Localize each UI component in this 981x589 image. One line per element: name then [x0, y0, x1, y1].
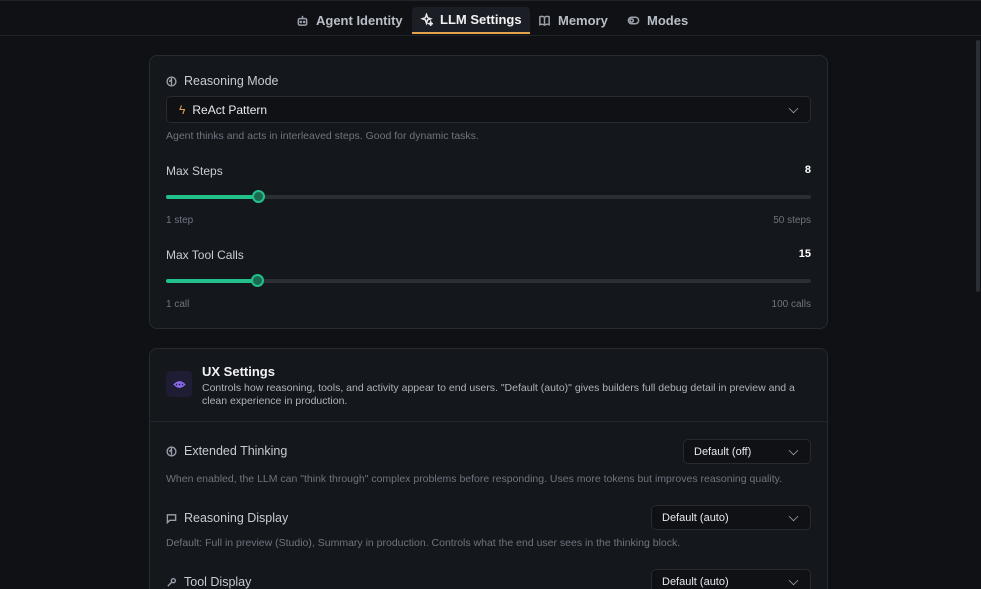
- max-tool-calls-value: 15: [798, 248, 811, 260]
- book-icon: [539, 15, 550, 27]
- scroll-thumb[interactable]: [976, 40, 980, 292]
- reasoning-mode-label: Reasoning Mode: [166, 74, 279, 88]
- tool-display-value: Default (auto): [662, 575, 729, 588]
- sparkles-icon: [420, 13, 433, 26]
- tab-memory[interactable]: Memory: [530, 7, 616, 34]
- tab-llm-settings[interactable]: LLM Settings: [412, 7, 530, 34]
- max-tool-calls-label: Max Tool Calls: [166, 248, 244, 262]
- extended-thinking-helper: When enabled, the LLM can "think through…: [166, 473, 783, 485]
- ux-settings-card: UX Settings Controls how reasoning, tool…: [149, 348, 828, 589]
- tool-display-select[interactable]: Default (auto): [651, 569, 811, 589]
- chevron-down-icon: [788, 103, 799, 113]
- chevron-down-icon: [788, 575, 799, 585]
- page-scrollbar[interactable]: [975, 36, 981, 589]
- lightning-icon: ϟ: [179, 102, 186, 117]
- max-steps-label: Max Steps: [166, 164, 223, 178]
- tab-agent-identity[interactable]: Agent Identity: [288, 7, 411, 34]
- max-tool-calls-fill: [166, 279, 257, 283]
- tab-label: Modes: [647, 13, 689, 28]
- robot-icon: [297, 15, 308, 26]
- ux-settings-description: Controls how reasoning, tools, and activ…: [202, 382, 795, 407]
- chevron-down-icon: [788, 511, 799, 521]
- tool-display-label: Tool Display: [166, 575, 251, 589]
- max-tool-calls-max-label: 100 calls: [771, 299, 811, 310]
- ux-settings-title: UX Settings: [202, 364, 275, 379]
- max-steps-thumb[interactable]: [252, 190, 265, 203]
- ux-divider: [150, 421, 827, 422]
- reasoning-display-value: Default (auto): [662, 511, 729, 524]
- reasoning-display-label: Reasoning Display: [166, 511, 288, 525]
- extended-thinking-label: Extended Thinking: [166, 444, 287, 458]
- brain-icon: [166, 445, 177, 457]
- reasoning-display-select[interactable]: Default (auto): [651, 505, 811, 530]
- message-square-icon: [166, 513, 177, 524]
- toggle-icon: [627, 16, 640, 25]
- tab-modes[interactable]: Modes: [619, 7, 696, 34]
- tab-label: LLM Settings: [440, 12, 522, 27]
- tab-bar: Agent Identity LLM Settings Memory Modes: [0, 0, 981, 36]
- brain-icon: [166, 75, 177, 87]
- max-tool-calls-min-label: 1 call: [166, 299, 190, 310]
- eye-icon: [172, 380, 186, 388]
- reasoning-mode-helper: Agent thinks and acts in interleaved ste…: [166, 130, 479, 142]
- reasoning-mode-value: ReAct Pattern: [192, 102, 268, 117]
- llm-settings-page: Agent Identity LLM Settings Memory Modes…: [0, 0, 981, 589]
- reasoning-card: Reasoning Mode ϟ ReAct Pattern Agent thi…: [149, 55, 828, 329]
- chevron-down-icon: [788, 445, 799, 455]
- extended-thinking-value: Default (off): [694, 445, 752, 458]
- extended-thinking-select[interactable]: Default (off): [683, 439, 811, 464]
- max-steps-fill: [166, 195, 258, 199]
- wrench-icon: [167, 577, 177, 587]
- max-steps-slider[interactable]: [166, 190, 811, 203]
- reasoning-display-helper: Default: Full in preview (Studio), Summa…: [166, 537, 681, 549]
- max-steps-max-label: 50 steps: [773, 215, 811, 226]
- max-tool-calls-slider[interactable]: [166, 274, 811, 287]
- tab-label: Agent Identity: [316, 13, 403, 28]
- max-tool-calls-thumb[interactable]: [251, 274, 264, 287]
- tab-label: Memory: [558, 13, 608, 28]
- ux-eye-badge: [166, 371, 192, 397]
- max-steps-value: 8: [804, 164, 811, 176]
- reasoning-mode-select[interactable]: ϟ ReAct Pattern: [166, 96, 811, 123]
- max-steps-min-label: 1 step: [166, 215, 194, 226]
